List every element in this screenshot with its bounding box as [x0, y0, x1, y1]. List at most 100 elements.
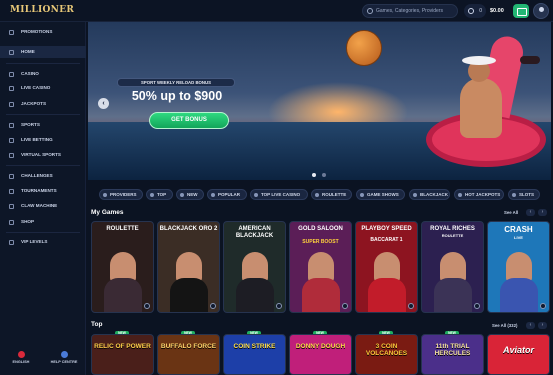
chip-top[interactable]: TOP [146, 189, 173, 200]
chip-providers[interactable]: PROVIDERS [99, 189, 143, 200]
game-tile[interactable]: GOLD SALOON SUPER BOOST [289, 221, 352, 313]
sidebar-item-live-casino[interactable]: LIVE CASINO [0, 82, 86, 94]
divider [6, 165, 80, 166]
help-centre-label: HELP CENTRE [50, 360, 78, 364]
sidebar-item-live-betting[interactable]: LIVE BETTING [0, 134, 86, 146]
chip-popular[interactable]: POPULAR [207, 189, 247, 200]
diamond-icon [9, 72, 14, 77]
info-icon[interactable] [474, 303, 480, 309]
game-tile[interactable]: DONNY DOUGH [289, 334, 352, 375]
cards-icon [9, 86, 14, 91]
game-tile[interactable]: RELIC OF POWER [91, 334, 154, 375]
top-next[interactable]: › [538, 322, 547, 329]
info-icon[interactable] [144, 303, 150, 309]
game-tile[interactable]: Aviator [487, 334, 550, 375]
gameshow-icon [360, 193, 364, 197]
sidebar-item-home[interactable]: HOME [0, 46, 86, 58]
roulette-icon [315, 193, 319, 197]
info-icon[interactable] [210, 303, 216, 309]
dealer-body [170, 278, 208, 312]
top-see-all[interactable]: See All (332) [492, 323, 517, 328]
live-icon [254, 193, 258, 197]
game-tile[interactable]: BUFFALO FORCE [157, 334, 220, 375]
get-bonus-button[interactable]: GET BONUS [149, 112, 229, 129]
info-icon[interactable] [342, 303, 348, 309]
top-bar: MILLIONER Games, Categories, Providers 0… [0, 0, 553, 22]
carousel-dot-active[interactable] [312, 173, 316, 177]
game-tile[interactable]: BLACKJACK ORO 2 [157, 221, 220, 313]
sidebar-item-label: SPORTS [21, 122, 40, 127]
game-tile[interactable]: PLAYBOY SPEED BACCARAT 1 [355, 221, 418, 313]
game-title: ROYAL RICHES [430, 226, 475, 232]
sidebar-item-label: TOURNAMENTS [21, 188, 57, 193]
carousel-dot[interactable] [322, 173, 326, 177]
my-games-prev[interactable]: ‹ [526, 209, 535, 216]
sidebar-item-label: VIRTUAL SPORTS [21, 152, 61, 157]
search-input[interactable]: Games, Categories, Providers [362, 4, 458, 18]
game-title: ROULETTE [106, 226, 139, 232]
chevron-left-icon[interactable]: ‹ [98, 98, 109, 109]
coins-value: 0 [479, 8, 482, 14]
sidebar-item-label: PROMOTIONS [21, 29, 53, 34]
game-title: COIN STRIKE [233, 343, 276, 350]
divider [6, 114, 80, 115]
chip-top-live-casino[interactable]: TOP LIVE CASINO [250, 189, 308, 200]
language-selector[interactable]: ENGLISH [6, 351, 36, 364]
sidebar-item-promotions[interactable]: PROMOTIONS [0, 26, 86, 38]
info-icon[interactable] [276, 303, 282, 309]
chip-game-shows[interactable]: GAME SHOWS [356, 189, 405, 200]
wallet-icon[interactable] [513, 4, 529, 18]
top-prev[interactable]: ‹ [526, 322, 535, 329]
chip-slots[interactable]: SLOTS [508, 189, 540, 200]
game-title: BLACKJACK ORO 2 [159, 226, 218, 232]
promo-headline: 50% up to $900 [131, 89, 223, 103]
flag-icon [9, 174, 14, 179]
dealer-body [434, 278, 472, 312]
game-subtitle: ROULETTE [441, 233, 464, 238]
game-tile[interactable]: 3 COIN VOLCANOES [355, 334, 418, 375]
crown-icon [9, 240, 14, 245]
my-games-see-all[interactable]: See All [504, 210, 518, 215]
game-title: CRASH [504, 225, 533, 234]
sidebar-item-tournaments[interactable]: TOURNAMENTS [0, 185, 86, 197]
chip-blackjack[interactable]: BLACKJACK [409, 189, 450, 200]
game-title: GOLD SALOON [298, 226, 343, 232]
game-tile[interactable]: 11th TRIAL HERCULES [421, 334, 484, 375]
sidebar-item-label: LIVE BETTING [21, 137, 53, 142]
chip-label: SLOTS [519, 192, 535, 197]
game-tile[interactable]: AMERICAN BLACKJACK [223, 221, 286, 313]
help-centre-link[interactable]: HELP CENTRE [49, 351, 79, 364]
chip-hot-jackpots[interactable]: HOT JACKPOTS [454, 189, 504, 200]
new-icon [180, 193, 184, 197]
sidebar-item-casino[interactable]: CASINO [0, 68, 86, 80]
dealer-body [236, 278, 274, 312]
chip-new[interactable]: NEW [176, 189, 204, 200]
sidebar-item-jackpots[interactable]: JACKPOTS [0, 98, 86, 110]
chip-roulette[interactable]: ROULETTE [311, 189, 352, 200]
game-title: PLAYBOY SPEED [361, 226, 412, 232]
game-title: RELIC OF POWER [94, 343, 151, 350]
sidebar-item-label: SHOP [21, 219, 35, 224]
game-tile[interactable]: COIN STRIKE [223, 334, 286, 375]
site-logo[interactable]: MILLIONER [10, 5, 74, 15]
game-title: BUFFALO FORCE [160, 343, 217, 350]
coins-counter[interactable]: 0 [464, 4, 486, 18]
promo-badge: SPORT WEEKLY RELOAD BONUS [117, 78, 235, 87]
sidebar-item-virtual-sports[interactable]: VIRTUAL SPORTS [0, 149, 86, 161]
info-icon[interactable] [408, 303, 414, 309]
providers-icon [103, 193, 107, 197]
game-tile[interactable]: ROYAL RICHES ROULETTE [421, 221, 484, 313]
info-icon[interactable] [540, 303, 546, 309]
game-tile[interactable]: ROULETTE [91, 221, 154, 313]
sidebar-item-sports[interactable]: SPORTS [0, 119, 86, 131]
my-games-next[interactable]: › [538, 209, 547, 216]
sidebar-item-challenges[interactable]: CHALLENGES [0, 170, 86, 182]
game-tile[interactable]: CRASH LIVE [487, 221, 550, 313]
sidebar-item-vip-levels[interactable]: VIP LEVELS [0, 236, 86, 248]
game-subtitle: SUPER BOOST [302, 239, 339, 245]
divider [6, 232, 80, 233]
user-avatar-icon[interactable] [533, 3, 549, 19]
sidebar-item-claw-machine[interactable]: CLAW MACHINE [0, 200, 86, 212]
sidebar-item-shop[interactable]: SHOP [0, 216, 86, 228]
claw-icon [9, 204, 14, 209]
